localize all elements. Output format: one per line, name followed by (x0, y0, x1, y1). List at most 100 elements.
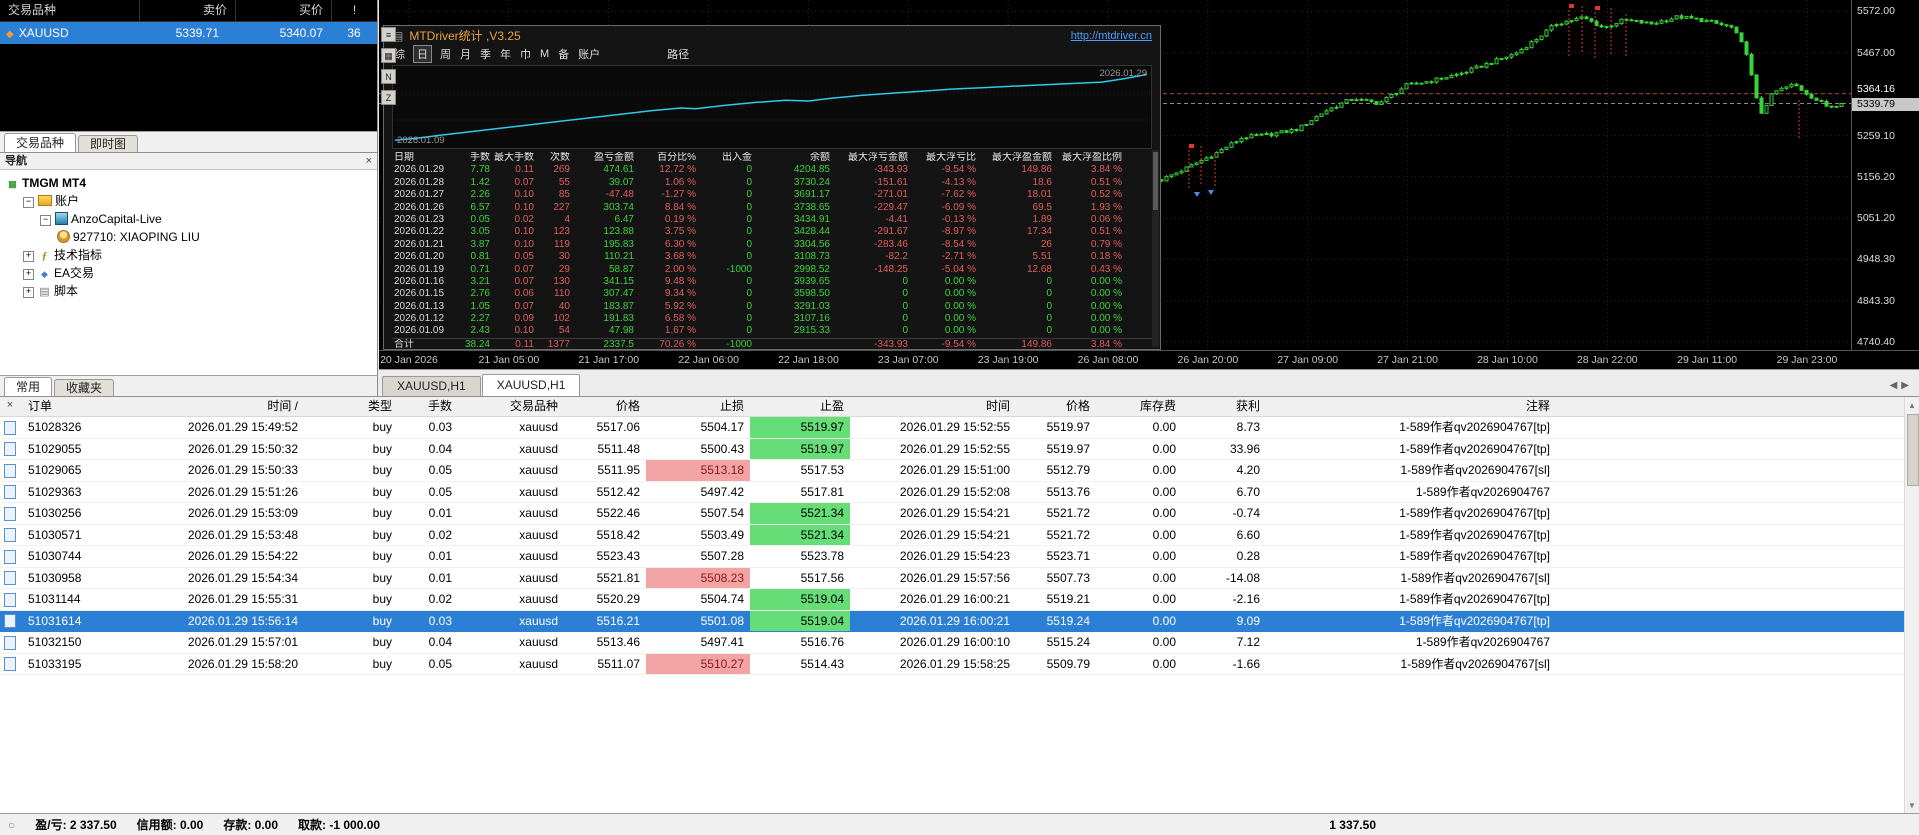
terminal-header-cell[interactable]: 注释 (1266, 397, 1556, 416)
column-header-spread[interactable]: ! (331, 0, 377, 21)
terminal-header-cell[interactable]: 价格 (564, 397, 646, 416)
panel-n-button[interactable]: N (381, 69, 396, 84)
stats-cell: 2026.01.23 (394, 213, 445, 225)
order-row[interactable]: 51030744 2026.01.29 15:54:22 buy 0.01 xauusd… (0, 546, 1919, 568)
terminal-header-cell[interactable]: 时间 (850, 397, 1016, 416)
collapse-icon[interactable]: − (40, 215, 51, 226)
stats-cell: 6.58 % (664, 313, 696, 325)
close-icon[interactable]: × (366, 153, 372, 169)
tree-item-server[interactable]: − AnzoCapital-Live (0, 210, 377, 228)
terminal-scrollbar[interactable]: ▲ ▼ (1904, 397, 1919, 814)
column-header-bid[interactable]: 卖价 (139, 0, 235, 21)
order-row[interactable]: 51031144 2026.01.29 15:55:31 buy 0.02 xauusd… (0, 589, 1919, 611)
terminal-header-cell[interactable]: 止盈 (750, 397, 850, 416)
stats-cell: -7.62 % (941, 189, 976, 201)
navigator-tab-1[interactable]: 收藏夹 (54, 379, 115, 396)
terminal-header-cell[interactable]: 止损 (646, 397, 750, 416)
net-total: 1 337.50 (1329, 817, 1376, 832)
order-cell-profit: 7.12 (1236, 635, 1260, 649)
stats-menu-item-4[interactable]: 季 (480, 46, 491, 62)
order-cell-filler (1556, 525, 1919, 546)
chart-tab-1[interactable]: XAUUSD,H1 (481, 374, 581, 396)
order-row[interactable]: 51031614 2026.01.29 15:56:14 buy 0.03 xauusd… (0, 610, 1919, 632)
order-row[interactable]: 51029055 2026.01.29 15:50:32 buy 0.04 xauusd… (0, 438, 1919, 460)
document-icon (4, 442, 16, 457)
stats-scrollbar[interactable] (1152, 150, 1159, 347)
scroll-down-icon[interactable]: ▼ (1905, 798, 1919, 813)
terminal-header-cell[interactable]: 交易品种 (458, 397, 564, 416)
stats-menu-item-6[interactable]: 巾 (520, 46, 531, 62)
order-row[interactable]: 51029363 2026.01.29 15:51:26 buy 0.05 xauusd… (0, 482, 1919, 503)
terminal-header-cell[interactable]: 获利 (1182, 397, 1266, 416)
tree-item-script[interactable]: + ▤ 脚本 (0, 282, 377, 300)
order-row[interactable]: 51030571 2026.01.29 15:53:48 buy 0.02 xauusd… (0, 524, 1919, 546)
stats-title: ▤ MTDriver统计 ,V3.25 (392, 29, 521, 43)
stats-path-label[interactable]: 路径 (667, 46, 689, 62)
scrollbar-thumb[interactable] (1907, 414, 1919, 486)
panel-z-button[interactable]: Z (381, 90, 396, 105)
terminal-header-cell[interactable]: 库存费 (1096, 397, 1182, 416)
folder-icon (38, 195, 52, 206)
terminal-header-cell[interactable]: 手数 (398, 397, 458, 416)
stats-menu-item-9[interactable]: 账户 (578, 46, 600, 62)
close-icon[interactable]: × (4, 399, 16, 411)
stats-menu-item-1[interactable]: 日 (413, 45, 432, 63)
tree-item-function[interactable]: + ƒ 技术指标 (0, 246, 377, 264)
expand-icon[interactable]: + (23, 269, 34, 280)
market-watch-row[interactable]: ◆ XAUUSD 5339.71 5340.07 36 (0, 22, 377, 44)
tree-item-ea[interactable]: + ◆ EA交易 (0, 264, 377, 282)
scrollbar-thumb[interactable] (1153, 152, 1158, 210)
order-cell-filler (1556, 460, 1919, 481)
panel-menu-button[interactable]: ≡ (381, 27, 396, 42)
stats-menu-item-2[interactable]: 周 (440, 46, 451, 62)
stats-cell: 2026.01.13 (394, 300, 445, 312)
navigator-tab-0[interactable]: 常用 (4, 377, 53, 396)
tree-item-user[interactable]: 927710: XIAOPING LIU (0, 228, 377, 246)
stats-menu-item-7[interactable]: M (540, 48, 549, 60)
expand-icon[interactable]: + (23, 287, 34, 298)
stats-menu-item-5[interactable]: 年 (500, 46, 511, 62)
price-axis[interactable]: 5572.00 5467.00 5259.10 5156.20 5051.20 4948.… (1851, 0, 1919, 350)
market-watch-tab-1[interactable]: 即时图 (78, 135, 139, 152)
collapse-icon[interactable]: − (23, 197, 34, 208)
order-cell-open_price: 5511.95 (597, 463, 641, 477)
order-cell-open_time: 2026.01.29 15:53:09 (187, 506, 298, 520)
stats-row: 2026.01.16 3.21 0.07 130 341.15 9.48 % 0 3939.6… (392, 276, 1152, 288)
terminal-header-cell[interactable]: 订单 (20, 397, 106, 416)
terminal-header-cell[interactable]: 时间 / (106, 397, 304, 416)
stats-menu-item-8[interactable]: 备 (558, 46, 569, 62)
mtdriver-link[interactable]: http://mtdriver.cn (1071, 26, 1152, 46)
column-header-ask[interactable]: 买价 (235, 0, 331, 21)
order-cell-close_time: 2026.01.29 15:57:56 (899, 570, 1010, 585)
stats-cell: 69.5 (1032, 201, 1052, 213)
panel-grid-button[interactable]: ▦ (381, 48, 396, 63)
chart-tab-0[interactable]: XAUUSD,H1 (382, 376, 481, 396)
stats-cell: 102 (553, 313, 570, 325)
stats-cell: 3.75 % (664, 226, 696, 238)
stats-cell: 0 (746, 251, 752, 263)
tab-scroll-arrows-icon[interactable]: ◀▶ (1890, 380, 1913, 391)
order-cell-open_price: 5512.42 (596, 484, 640, 499)
stats-menu-item-3[interactable]: 月 (460, 46, 471, 62)
order-row[interactable]: 51028326 2026.01.29 15:49:52 buy 0.03 xauusd… (0, 417, 1919, 439)
terminal-header-cell[interactable]: 价格 (1016, 397, 1096, 416)
scroll-up-icon[interactable]: ▲ (1905, 398, 1919, 413)
order-row[interactable]: 51033195 2026.01.29 15:58:20 buy 0.05 xauusd… (0, 653, 1919, 675)
tree-item-platform[interactable]: ▦ TMGM MT4 (0, 174, 377, 192)
market-watch-tab-0[interactable]: 交易品种 (4, 133, 77, 152)
column-header-symbol[interactable]: 交易品种 (0, 0, 139, 21)
stats-cell: 0.00 % (944, 300, 976, 312)
order-row[interactable]: 51029065 2026.01.29 15:50:33 buy 0.05 xauusd… (0, 460, 1919, 482)
expand-icon[interactable]: + (23, 251, 34, 262)
terminal-header-cell[interactable]: 类型 (304, 397, 398, 416)
order-cell-sl: 5504.74 (700, 592, 744, 606)
tree-item-folder[interactable]: − 账户 (0, 192, 377, 210)
order-cell-symbol: xauusd (519, 484, 558, 499)
stats-total-cell: 38.24 (464, 338, 490, 350)
order-row[interactable]: 51032150 2026.01.29 15:57:01 buy 0.04 xauusd… (0, 632, 1919, 654)
time-axis[interactable]: 20 Jan 2026 21 Jan 05:00 21 Jan 17:00 22 Ja… (379, 350, 1919, 369)
order-cell-close_price: 5519.21 (1046, 592, 1090, 606)
order-row[interactable]: 51030256 2026.01.29 15:53:09 buy 0.01 xauusd… (0, 503, 1919, 525)
order-row[interactable]: 51030958 2026.01.29 15:54:34 buy 0.01 xauusd… (0, 567, 1919, 589)
order-cell-open_time: 2026.01.29 15:51:26 (187, 484, 298, 499)
